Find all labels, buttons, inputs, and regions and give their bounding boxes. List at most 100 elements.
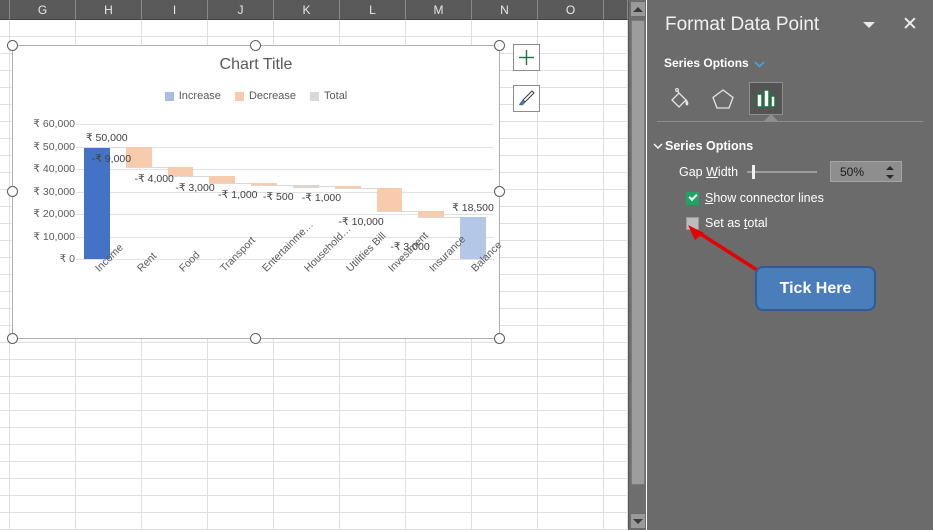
grid-cell[interactable] [538, 292, 604, 309]
grid-cell[interactable] [538, 207, 604, 224]
legend-item-decrease[interactable]: Decrease [234, 90, 296, 102]
grid-cell[interactable] [274, 428, 340, 445]
grid-cell[interactable] [76, 496, 142, 513]
grid-cell[interactable] [538, 513, 604, 530]
column-header-J[interactable]: J [208, 0, 274, 20]
grid-cell[interactable] [604, 173, 628, 190]
grid-cell[interactable] [538, 428, 604, 445]
grid-cell[interactable] [0, 513, 10, 530]
grid-cell[interactable] [142, 445, 208, 462]
column-header-H[interactable]: H [76, 0, 142, 20]
series-options-link[interactable]: Series Options [664, 56, 749, 70]
chart-object[interactable]: Chart Title Increase Decrease Total ₹ 0 ₹ 1… [12, 45, 504, 339]
selection-handle-bottom-right[interactable] [494, 333, 505, 344]
grid-cell[interactable] [604, 479, 628, 496]
grid-cell[interactable] [142, 462, 208, 479]
grid-cell[interactable] [208, 377, 274, 394]
grid-cell[interactable] [10, 411, 76, 428]
spinner-up-icon[interactable] [886, 166, 894, 170]
grid-cell[interactable] [0, 71, 10, 88]
grid-cell[interactable] [406, 513, 472, 530]
grid-cell[interactable] [0, 496, 10, 513]
spinner-down-icon[interactable] [886, 175, 894, 179]
grid-cell[interactable] [10, 20, 76, 37]
grid-cell[interactable] [340, 411, 406, 428]
grid-cell[interactable] [142, 411, 208, 428]
grid-cell[interactable] [10, 360, 76, 377]
grid-cell[interactable] [10, 513, 76, 530]
grid-cell[interactable] [604, 445, 628, 462]
grid-cell[interactable] [472, 496, 538, 513]
grid-cell[interactable] [604, 428, 628, 445]
grid-cell[interactable] [0, 105, 10, 122]
grid-cell[interactable] [142, 394, 208, 411]
grid-cell[interactable] [604, 360, 628, 377]
grid-cell[interactable] [76, 462, 142, 479]
column-header-M[interactable]: M [406, 0, 472, 20]
grid-cell[interactable] [604, 20, 628, 37]
show-connector-lines-checkbox[interactable] [686, 191, 699, 205]
grid-cell[interactable] [0, 462, 10, 479]
grid-cell[interactable] [604, 326, 628, 343]
grid-cell[interactable] [0, 207, 10, 224]
grid-cell[interactable] [604, 37, 628, 54]
grid-cell[interactable] [208, 479, 274, 496]
grid-cell[interactable] [10, 394, 76, 411]
scrollbar-thumb[interactable] [631, 20, 645, 485]
selection-handle-top-center[interactable] [250, 40, 261, 51]
grid-cell[interactable] [604, 258, 628, 275]
grid-cell[interactable] [142, 428, 208, 445]
grid-cell[interactable] [340, 377, 406, 394]
grid-cell[interactable] [0, 309, 10, 326]
grid-cell[interactable] [274, 462, 340, 479]
grid-cell[interactable] [538, 54, 604, 71]
grid-cell[interactable] [406, 479, 472, 496]
bar-insurance[interactable] [418, 210, 445, 218]
show-connector-lines-label[interactable]: Show connector lines [705, 191, 824, 205]
grid-cell[interactable] [208, 496, 274, 513]
grid-cell[interactable] [604, 309, 628, 326]
legend-item-total[interactable]: Total [310, 90, 347, 102]
grid-cell[interactable] [538, 411, 604, 428]
grid-cell[interactable] [142, 496, 208, 513]
grid-cell[interactable] [538, 377, 604, 394]
grid-cell[interactable] [406, 428, 472, 445]
grid-cell[interactable] [76, 445, 142, 462]
grid-cell[interactable] [538, 105, 604, 122]
grid-cell[interactable] [472, 513, 538, 530]
grid-cell[interactable] [0, 241, 10, 258]
grid-cell[interactable] [0, 224, 10, 241]
gap-width-spinner[interactable]: 50% [830, 161, 902, 182]
fill-line-tab[interactable] [663, 82, 697, 115]
grid-cell[interactable] [0, 139, 10, 156]
grid-cell[interactable] [604, 224, 628, 241]
scroll-up-arrow-button[interactable] [630, 1, 646, 17]
grid-cell[interactable] [76, 20, 142, 37]
column-header-L[interactable]: L [340, 0, 406, 20]
grid-cell[interactable] [0, 377, 10, 394]
grid-cell[interactable] [406, 445, 472, 462]
grid-cell[interactable] [538, 190, 604, 207]
grid-cell[interactable] [0, 258, 10, 275]
grid-cell[interactable] [208, 428, 274, 445]
grid-cell[interactable] [0, 122, 10, 139]
grid-cell[interactable] [340, 20, 406, 37]
grid-cell[interactable] [538, 309, 604, 326]
grid-cell[interactable] [472, 343, 538, 360]
spinner-buttons[interactable] [886, 164, 896, 181]
grid-cell[interactable] [208, 462, 274, 479]
selection-handle-bottom-left[interactable] [7, 333, 18, 344]
grid-cell[interactable] [472, 411, 538, 428]
grid-cell[interactable] [604, 496, 628, 513]
grid-cell[interactable] [0, 54, 10, 71]
column-header-K[interactable]: K [274, 0, 340, 20]
grid-cell[interactable] [0, 88, 10, 105]
effects-tab[interactable] [706, 82, 740, 115]
grid-cell[interactable] [406, 496, 472, 513]
selection-handle-top-left[interactable] [7, 40, 18, 51]
grid-cell[interactable] [0, 292, 10, 309]
selection-handle-middle-left[interactable] [7, 186, 18, 197]
grid-cell[interactable] [0, 360, 10, 377]
grid-cell[interactable] [406, 343, 472, 360]
grid-cell[interactable] [406, 360, 472, 377]
